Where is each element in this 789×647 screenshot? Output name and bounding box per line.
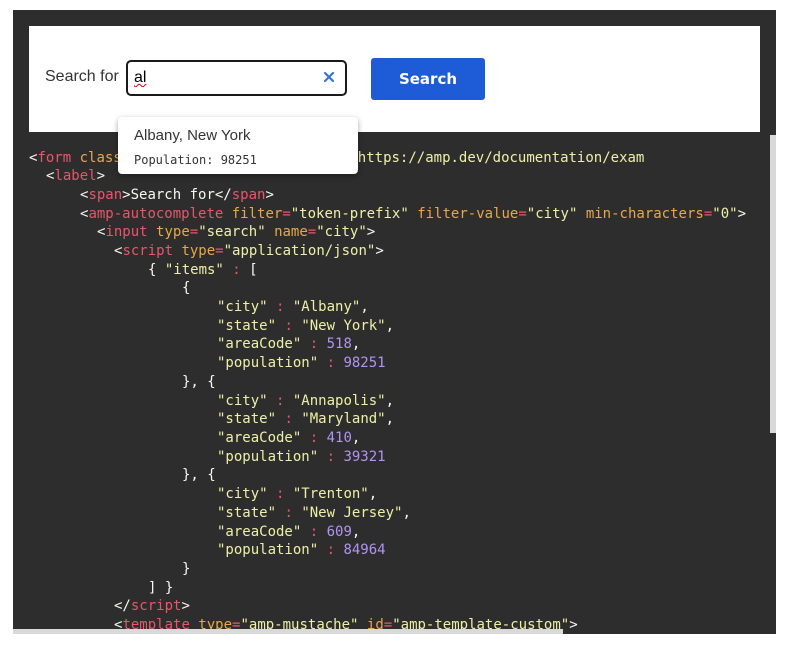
vertical-scrollbar[interactable] xyxy=(770,135,776,433)
code-line-input: <input type="search" name="city"> xyxy=(97,224,376,240)
code-line-state: "state" : "New York", xyxy=(217,318,395,334)
clear-icon[interactable] xyxy=(321,69,337,85)
suggestion-city: Albany, New York xyxy=(134,127,251,144)
code-line-label: <label> xyxy=(46,168,106,184)
code-line-separator: }, { xyxy=(182,374,216,390)
code-line-population: "population" : 39321 xyxy=(217,449,386,465)
search-label: Search for xyxy=(45,68,119,85)
code-line-span: <span>Search for</span> xyxy=(80,187,274,203)
code-line-areacode: "areaCode" : 518, xyxy=(217,336,361,352)
suggestion-population: Population: 98251 xyxy=(134,153,257,167)
code-line-script-open: <script type="application/json"> xyxy=(114,243,384,259)
search-input[interactable] xyxy=(134,68,314,88)
search-box[interactable] xyxy=(126,60,347,96)
code-line-areacode: "areaCode" : 609, xyxy=(217,524,361,540)
code-line-open-brace: { xyxy=(182,280,191,296)
code-line-areacode: "areaCode" : 410, xyxy=(217,430,361,446)
code-example-frame: Search for Search Albany, New York Popul… xyxy=(13,10,776,634)
search-button[interactable]: Search xyxy=(371,58,485,100)
code-line-script-close: </script> xyxy=(114,598,190,614)
code-line-items: { "items" : [ xyxy=(148,262,258,278)
code-line-end-items: ] } xyxy=(148,580,174,596)
code-line-population: "population" : 98251 xyxy=(217,355,386,371)
code-line-state: "state" : "Maryland", xyxy=(217,411,395,427)
code-line-amp-autocomplete: <amp-autocomplete filter="token-prefix" … xyxy=(80,206,746,222)
autocomplete-suggestion[interactable]: Albany, New York Population: 98251 xyxy=(118,117,358,174)
code-line-city: "city" : "Albany", xyxy=(217,299,369,315)
code-line-population: "population" : 84964 xyxy=(217,542,386,558)
code-line-city: "city" : "Trenton", xyxy=(217,486,378,502)
code-line-city: "city" : "Annapolis", xyxy=(217,393,395,409)
horizontal-scrollbar[interactable] xyxy=(13,629,563,634)
code-block: <form class action-xhr="https://amp.dev/… xyxy=(13,147,776,634)
code-line-state: "state" : "New Jersey", xyxy=(217,505,411,521)
code-line-separator: }, { xyxy=(182,467,216,483)
code-line-close-brace: } xyxy=(182,561,191,577)
